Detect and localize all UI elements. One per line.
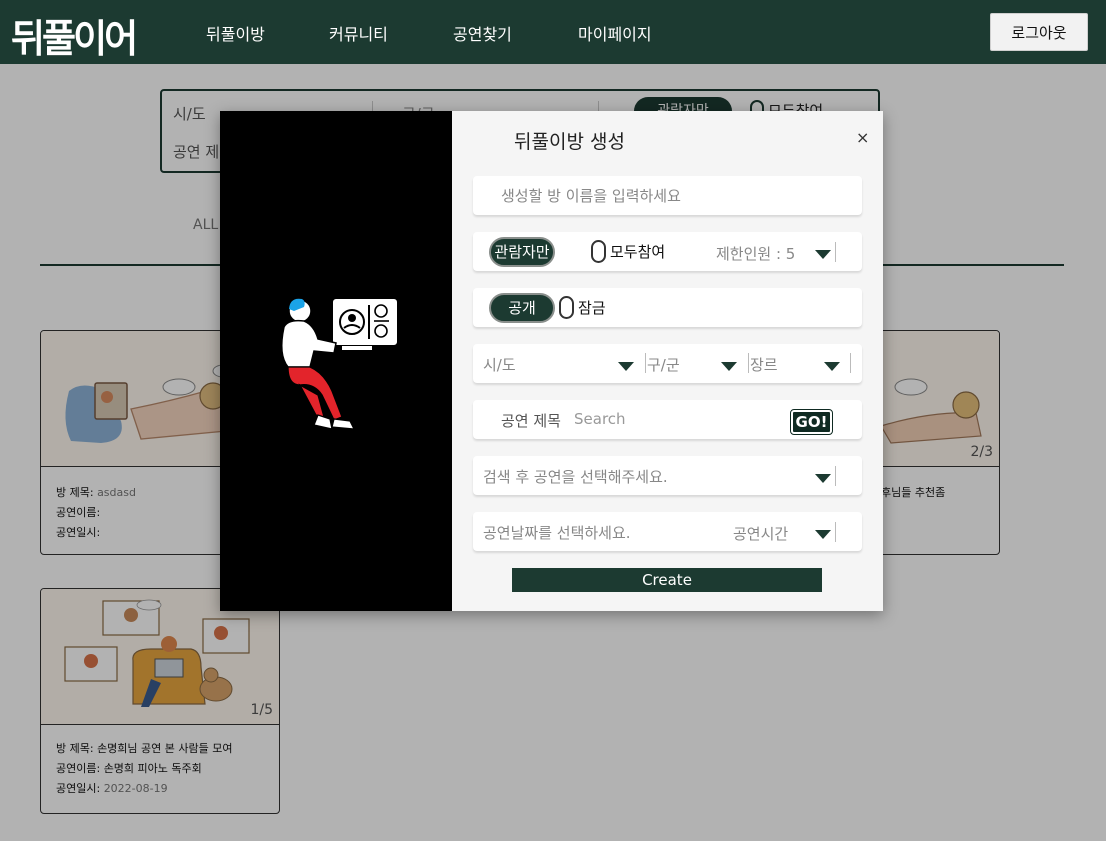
field-divider bbox=[645, 353, 646, 373]
public-toggle[interactable]: 공개 bbox=[489, 293, 555, 323]
field-divider bbox=[850, 353, 851, 373]
person-holding-profile-card-illustration bbox=[281, 297, 399, 431]
modal-illustration-panel bbox=[220, 111, 452, 611]
site-logo[interactable]: 뒤풀이어 bbox=[11, 7, 138, 64]
go-search-button[interactable]: GO! bbox=[790, 409, 833, 435]
genre-select[interactable]: 장르 bbox=[750, 354, 778, 375]
top-header: 뒤풀이어 뒤풀이방 커뮤니티 공연찾기 마이페이지 로그아웃 bbox=[0, 0, 1106, 64]
chevron-down-icon[interactable] bbox=[618, 362, 634, 371]
show-title-label: 공연 제목 bbox=[501, 412, 561, 430]
nav-item-afterparty-rooms[interactable]: 뒤풀이방 bbox=[206, 21, 265, 45]
chevron-down-icon[interactable] bbox=[815, 474, 831, 483]
close-icon[interactable]: × bbox=[856, 128, 869, 147]
sido-select[interactable]: 시/도 bbox=[483, 354, 516, 375]
all-participate-label: 모두참여 bbox=[610, 243, 666, 261]
all-participate-radio[interactable] bbox=[591, 240, 606, 263]
participation-field: 관람자만 모두참여 제한인원 : 5 bbox=[473, 232, 862, 271]
chevron-down-icon[interactable] bbox=[815, 530, 831, 539]
show-date-select[interactable]: 공연날짜를 선택하세요. bbox=[483, 522, 631, 543]
create-room-button[interactable]: Create bbox=[512, 568, 822, 592]
limit-select[interactable]: 제한인원 : 5 bbox=[716, 243, 795, 264]
show-time-select[interactable]: 공연시간 bbox=[733, 523, 788, 544]
field-divider bbox=[835, 242, 836, 262]
chevron-down-icon[interactable] bbox=[721, 362, 737, 371]
locked-label: 잠금 bbox=[578, 299, 606, 317]
visibility-field: 공개 잠금 bbox=[473, 288, 862, 327]
nav-item-find-shows[interactable]: 공연찾기 bbox=[453, 21, 512, 45]
field-divider bbox=[835, 466, 836, 486]
nav-item-community[interactable]: 커뮤니티 bbox=[329, 21, 388, 45]
chevron-down-icon[interactable] bbox=[824, 362, 840, 371]
gugun-select[interactable]: 구/군 bbox=[647, 354, 680, 375]
show-select-field: 검색 후 공연을 선택해주세요. bbox=[473, 456, 862, 495]
show-select[interactable]: 검색 후 공연을 선택해주세요. bbox=[483, 466, 668, 487]
show-title-search-field: 공연 제목 Search GO! bbox=[473, 400, 862, 439]
show-title-search-input[interactable]: Search bbox=[574, 410, 626, 428]
nav-item-my-page[interactable]: 마이페이지 bbox=[578, 21, 652, 45]
create-room-modal: 뒤풀이방 생성 × 관람자만 모두참여 제한인원 : 5 공개 잠금 시/도 구… bbox=[220, 111, 883, 611]
audience-only-toggle[interactable]: 관람자만 bbox=[489, 237, 555, 267]
modal-title: 뒤풀이방 생성 bbox=[514, 131, 625, 153]
show-date-time-field: 공연날짜를 선택하세요. 공연시간 bbox=[473, 512, 862, 551]
room-name-field bbox=[473, 176, 862, 215]
field-divider bbox=[835, 522, 836, 542]
room-name-input[interactable] bbox=[501, 176, 841, 215]
field-divider bbox=[748, 353, 749, 373]
region-genre-field: 시/도 구/군 장르 bbox=[473, 344, 862, 383]
locked-radio[interactable] bbox=[559, 296, 574, 319]
logout-button[interactable]: 로그아웃 bbox=[990, 13, 1088, 51]
chevron-down-icon[interactable] bbox=[815, 250, 831, 259]
